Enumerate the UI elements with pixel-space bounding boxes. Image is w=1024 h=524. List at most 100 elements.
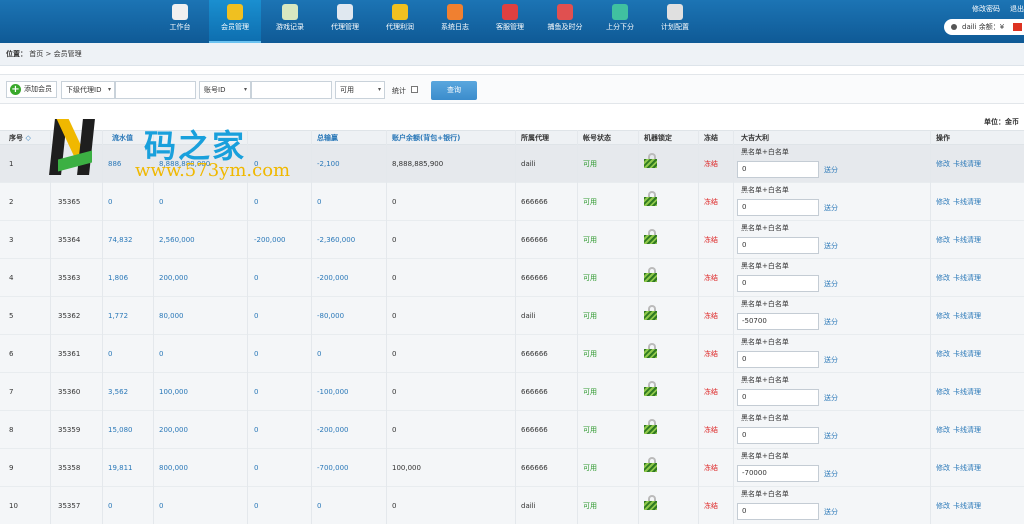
edit-link[interactable]: 修改: [936, 487, 950, 524]
cell-agent: daili: [521, 312, 536, 320]
offline-clear-link[interactable]: 卡线清理: [953, 449, 981, 487]
cell-status: 可用: [583, 312, 597, 320]
change-password-link[interactable]: 修改密码: [972, 4, 1000, 14]
big-win-input[interactable]: 0: [737, 199, 819, 216]
send-score-link[interactable]: 送分: [824, 221, 838, 259]
lock-icon[interactable]: [644, 419, 657, 434]
query-button[interactable]: 查询: [431, 81, 477, 100]
cell-freeze[interactable]: 冻结: [704, 145, 718, 183]
cell-status: 可用: [583, 274, 597, 282]
offline-clear-link[interactable]: 卡线清理: [953, 297, 981, 335]
send-score-link[interactable]: 送分: [824, 183, 838, 221]
cell-status: 可用: [583, 198, 597, 206]
big-win-input[interactable]: 0: [737, 389, 819, 406]
list-label: 黑名单+白名单: [741, 414, 789, 422]
cell-freeze[interactable]: 冻结: [704, 183, 718, 221]
edit-link[interactable]: 修改: [936, 449, 950, 487]
big-win-input[interactable]: -50700: [737, 313, 819, 330]
offline-clear-link[interactable]: 卡线清理: [953, 259, 981, 297]
status-select[interactable]: 可用 ▾: [335, 81, 385, 99]
edit-link[interactable]: 修改: [936, 411, 950, 449]
nav-item-4[interactable]: 代理利润: [374, 0, 426, 43]
add-member-button[interactable]: + 添加会员: [6, 81, 57, 98]
breadcrumb-home[interactable]: 首页: [29, 50, 43, 58]
lock-icon[interactable]: [644, 153, 657, 168]
nav-item-3[interactable]: 代理管理: [319, 0, 371, 43]
list-label: 黑名单+白名单: [741, 338, 789, 346]
send-score-link[interactable]: 送分: [824, 145, 838, 183]
send-score-link[interactable]: 送分: [824, 487, 838, 524]
offline-clear-link[interactable]: 卡线清理: [953, 221, 981, 259]
nav-item-5[interactable]: 系统日志: [429, 0, 481, 43]
nav-item-9[interactable]: 计划配置: [649, 0, 701, 43]
send-score-link[interactable]: 送分: [824, 335, 838, 373]
header-total-loss[interactable]: 总输赢: [317, 131, 338, 145]
big-win-input[interactable]: 0: [737, 427, 819, 444]
chevron-down-icon: ▾: [243, 86, 247, 93]
send-score-link[interactable]: 送分: [824, 297, 838, 335]
cell-freeze[interactable]: 冻结: [704, 373, 718, 411]
lock-icon[interactable]: [644, 343, 657, 358]
big-win-input[interactable]: 0: [737, 351, 819, 368]
group-icon: [447, 4, 463, 20]
send-score-link[interactable]: 送分: [824, 259, 838, 297]
cell-freeze[interactable]: 冻结: [704, 259, 718, 297]
nav-item-0[interactable]: 工作台: [154, 0, 206, 43]
edit-link[interactable]: 修改: [936, 297, 950, 335]
nav-item-6[interactable]: 客服管理: [484, 0, 536, 43]
edit-link[interactable]: 修改: [936, 373, 950, 411]
lock-icon[interactable]: [644, 495, 657, 510]
edit-link[interactable]: 修改: [936, 259, 950, 297]
stats-checkbox[interactable]: [411, 86, 418, 93]
nav-item-8[interactable]: 上分下分: [594, 0, 646, 43]
big-win-input[interactable]: -70000: [737, 465, 819, 482]
lock-icon[interactable]: [644, 191, 657, 206]
header-water[interactable]: 流水值: [112, 131, 133, 145]
cell-freeze[interactable]: 冻结: [704, 335, 718, 373]
nav-item-1[interactable]: 会员管理: [209, 0, 261, 43]
user-balance-text: daili 余额：¥: [962, 23, 1005, 31]
list-label: 黑名单+白名单: [741, 490, 789, 498]
edit-link[interactable]: 修改: [936, 145, 950, 183]
lock-icon[interactable]: [644, 381, 657, 396]
cell-water: 0: [108, 350, 113, 358]
add-member-label: 添加会员: [24, 85, 52, 93]
offline-clear-link[interactable]: 卡线清理: [953, 487, 981, 524]
sub-agent-select[interactable]: 下级代理ID ▾: [61, 81, 115, 99]
cell-freeze[interactable]: 冻结: [704, 411, 718, 449]
offline-clear-link[interactable]: 卡线清理: [953, 411, 981, 449]
account-input[interactable]: [251, 81, 332, 99]
cell-balance: 0: [392, 274, 397, 282]
offline-clear-link[interactable]: 卡线清理: [953, 373, 981, 411]
nav-item-2[interactable]: 游戏记录: [264, 0, 316, 43]
header-actions: 操作: [936, 134, 950, 142]
offline-clear-link[interactable]: 卡线清理: [953, 145, 981, 183]
send-score-link[interactable]: 送分: [824, 373, 838, 411]
account-select[interactable]: 账号ID ▾: [199, 81, 251, 99]
header-seq[interactable]: 序号 ◇: [9, 131, 31, 145]
cell-freeze[interactable]: 冻结: [704, 449, 718, 487]
big-win-input[interactable]: 0: [737, 275, 819, 292]
lock-icon[interactable]: [644, 457, 657, 472]
lock-icon[interactable]: [644, 305, 657, 320]
edit-link[interactable]: 修改: [936, 183, 950, 221]
lock-icon[interactable]: [644, 267, 657, 282]
lock-icon[interactable]: [644, 229, 657, 244]
big-win-input[interactable]: 0: [737, 161, 819, 178]
big-win-input[interactable]: 0: [737, 503, 819, 520]
offline-clear-link[interactable]: 卡线清理: [953, 183, 981, 221]
edit-link[interactable]: 修改: [936, 221, 950, 259]
send-score-link[interactable]: 送分: [824, 449, 838, 487]
big-win-input[interactable]: 0: [737, 237, 819, 254]
nav-item-7[interactable]: 捕鱼及时分: [539, 0, 591, 43]
edit-link[interactable]: 修改: [936, 335, 950, 373]
sub-agent-input[interactable]: [115, 81, 196, 99]
cell-freeze[interactable]: 冻结: [704, 487, 718, 524]
cell-score: 200,000: [159, 274, 188, 282]
cell-freeze[interactable]: 冻结: [704, 221, 718, 259]
cell-freeze[interactable]: 冻结: [704, 297, 718, 335]
logout-link[interactable]: 退出: [1010, 4, 1024, 14]
send-score-link[interactable]: 送分: [824, 411, 838, 449]
header-balance[interactable]: 账户余额(背包+银行): [392, 131, 460, 145]
offline-clear-link[interactable]: 卡线清理: [953, 335, 981, 373]
